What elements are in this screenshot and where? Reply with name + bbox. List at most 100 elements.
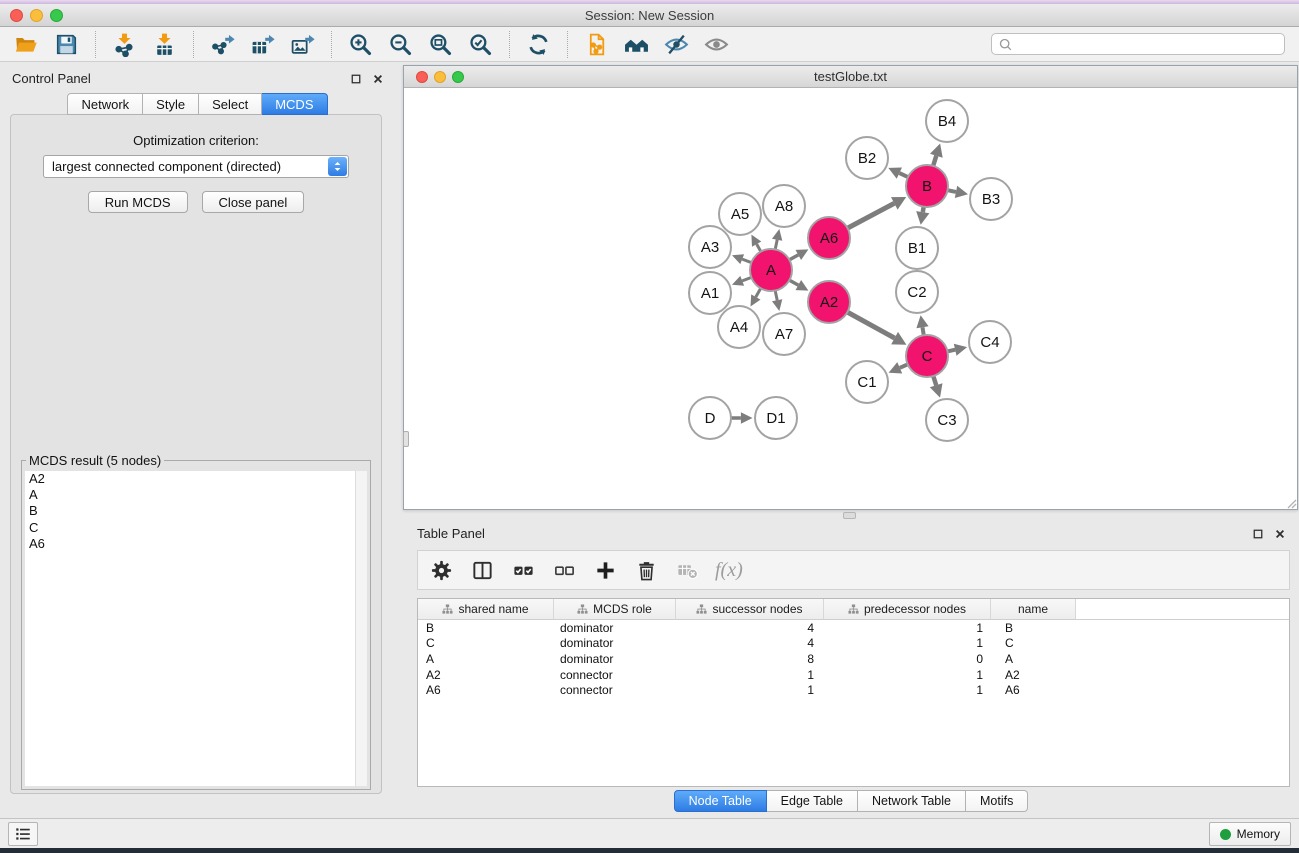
svg-text:A: A — [766, 262, 776, 279]
node-A5[interactable]: A5 — [719, 193, 761, 235]
home-view-button[interactable] — [620, 30, 653, 59]
refresh-layout-button[interactable] — [522, 30, 555, 59]
node-D1[interactable]: D1 — [755, 397, 797, 439]
close-panel-button[interactable]: Close panel — [202, 191, 305, 213]
zoom-in-button[interactable] — [344, 30, 377, 59]
cell: A6 — [991, 683, 1076, 697]
resize-grip-icon[interactable] — [1285, 497, 1297, 509]
node-B[interactable]: B — [906, 165, 948, 207]
result-node-A2[interactable]: A2 — [25, 471, 367, 487]
node-table: shared nameMCDS rolesuccessor nodesprede… — [417, 598, 1290, 787]
column-header-MCDS-role[interactable]: MCDS role — [554, 599, 676, 619]
node-C2[interactable]: C2 — [896, 271, 938, 313]
column-header-name[interactable]: name — [991, 599, 1076, 619]
node-A[interactable]: A — [750, 249, 792, 291]
close-panel-icon[interactable] — [371, 72, 384, 85]
hide-graphics-details-button[interactable] — [660, 30, 693, 59]
divider-handle[interactable] — [843, 512, 856, 519]
table-close-panel-icon[interactable] — [1273, 527, 1286, 540]
table-row-A[interactable]: Adominator80A — [418, 651, 1289, 667]
tab-mcds[interactable]: MCDS — [262, 93, 327, 115]
network-window-titlebar[interactable]: testGlobe.txt — [404, 66, 1297, 88]
delete-entry-button[interactable] — [633, 557, 659, 583]
search-input[interactable] — [1013, 35, 1284, 53]
task-history-button[interactable] — [8, 822, 38, 846]
table-row-C[interactable]: Cdominator41C — [418, 636, 1289, 652]
export-network-button[interactable] — [206, 30, 239, 59]
tab-network-table[interactable]: Network Table — [858, 790, 966, 812]
tab-motifs[interactable]: Motifs — [966, 790, 1028, 812]
table-row-A6[interactable]: A6connector11A6 — [418, 682, 1289, 698]
show-graphics-details-button[interactable] — [700, 30, 733, 59]
node-B2[interactable]: B2 — [846, 137, 888, 179]
node-B4[interactable]: B4 — [926, 100, 968, 142]
node-B1[interactable]: B1 — [896, 227, 938, 269]
column-header-shared-name[interactable]: shared name — [418, 599, 554, 619]
left-splitter-handle[interactable] — [403, 431, 409, 447]
column-header-predecessor-nodes[interactable]: predecessor nodes — [824, 599, 991, 619]
node-B3[interactable]: B3 — [970, 178, 1012, 220]
cell: A6 — [418, 683, 554, 697]
node-C3[interactable]: C3 — [926, 399, 968, 441]
zoom-out-button[interactable] — [384, 30, 417, 59]
memory-button[interactable]: Memory — [1209, 822, 1291, 846]
node-A8[interactable]: A8 — [763, 185, 805, 227]
table-row-A2[interactable]: A2connector11A2 — [418, 667, 1289, 683]
select-all-checkbox-button[interactable] — [510, 557, 536, 583]
node-A6[interactable]: A6 — [808, 217, 850, 259]
tab-style[interactable]: Style — [143, 93, 199, 115]
node-C4[interactable]: C4 — [969, 321, 1011, 363]
table-settings-button[interactable] — [428, 557, 454, 583]
result-node-C[interactable]: C — [25, 520, 367, 536]
export-image-icon — [290, 32, 315, 57]
node-C[interactable]: C — [906, 335, 948, 377]
import-network-button[interactable] — [108, 30, 141, 59]
zoom-fit-button[interactable] — [424, 30, 457, 59]
add-entry-button[interactable] — [592, 557, 618, 583]
save-session-button[interactable] — [50, 30, 83, 59]
node-A1[interactable]: A1 — [689, 272, 731, 314]
tab-node-table[interactable]: Node Table — [674, 790, 767, 812]
node-D[interactable]: D — [689, 397, 731, 439]
node-A7[interactable]: A7 — [763, 313, 805, 355]
export-table-button[interactable] — [246, 30, 279, 59]
run-mcds-button[interactable]: Run MCDS — [88, 191, 188, 213]
cell: 1 — [824, 668, 991, 682]
node-A2[interactable]: A2 — [808, 281, 850, 323]
result-node-B[interactable]: B — [25, 503, 367, 519]
svg-text:A5: A5 — [731, 206, 749, 223]
toolbar-separator — [193, 31, 194, 58]
result-node-A[interactable]: A — [25, 487, 367, 503]
tab-edge-table[interactable]: Edge Table — [767, 790, 858, 812]
result-scrollbar[interactable] — [355, 471, 367, 786]
tab-select[interactable]: Select — [199, 93, 262, 115]
network-view-window: testGlobe.txt B4 B2 B B3 A8 A5 A6 A3 B1 A A1 C2 A2 A4… — [403, 65, 1298, 510]
search-field[interactable] — [991, 33, 1285, 55]
cell: B — [991, 621, 1076, 635]
node-A3[interactable]: A3 — [689, 226, 731, 268]
horizontal-divider[interactable] — [403, 510, 1299, 520]
zoom-selected-button[interactable] — [464, 30, 497, 59]
table-float-panel-icon[interactable] — [1251, 527, 1264, 540]
open-session-button[interactable] — [10, 30, 43, 59]
table-row-B[interactable]: Bdominator41B — [418, 620, 1289, 636]
optimization-criterion-label: Optimization criterion: — [11, 133, 381, 148]
select-all-checkbox-icon — [512, 559, 535, 582]
tab-network[interactable]: Network — [67, 93, 143, 115]
node-A4[interactable]: A4 — [718, 306, 760, 348]
export-image-button[interactable] — [286, 30, 319, 59]
mcds-panel: Optimization criterion: largest connecte… — [10, 114, 382, 794]
network-canvas[interactable]: B4 B2 B B3 A8 A5 A6 A3 B1 A A1 C2 A2 A4A7 C4 C C1 D D1 C3 — [404, 88, 1297, 509]
column-header-successor-nodes[interactable]: successor nodes — [676, 599, 824, 619]
float-panel-icon[interactable] — [349, 72, 362, 85]
zoom-selected-icon — [468, 32, 493, 57]
network-from-file-button[interactable] — [580, 30, 613, 59]
cell: dominator — [554, 621, 676, 635]
result-node-A6[interactable]: A6 — [25, 536, 367, 552]
columns-view-button[interactable] — [469, 557, 495, 583]
list-icon — [14, 825, 32, 843]
deselect-all-checkbox-button[interactable] — [551, 557, 577, 583]
criterion-select[interactable]: largest connected component (directed) — [43, 155, 349, 178]
import-table-button[interactable] — [148, 30, 181, 59]
node-C1[interactable]: C1 — [846, 361, 888, 403]
